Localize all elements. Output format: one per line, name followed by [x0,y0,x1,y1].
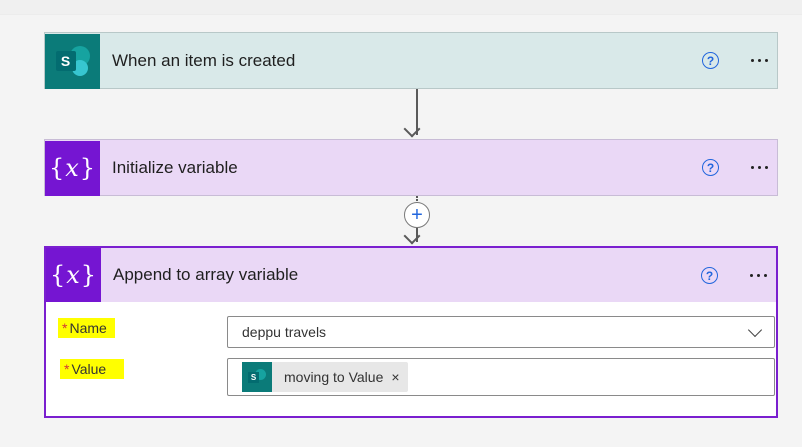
canvas-top-bar [0,0,802,15]
chevron-down-icon[interactable] [747,322,763,338]
name-dropdown[interactable]: deppu travels [227,316,775,348]
trigger-card-header[interactable]: S When an item is created ? [45,33,777,89]
name-dropdown-value: deppu travels [242,324,327,340]
append-array-variable-header[interactable]: {x} Append to array variable ? [46,248,776,302]
token-label: moving to Value [284,369,384,385]
help-icon[interactable]: ? [701,267,718,284]
remove-token-icon[interactable]: × [391,369,399,385]
trigger-title: When an item is created [112,51,296,70]
more-options-button[interactable] [748,268,769,283]
more-options-button[interactable] [749,53,770,68]
append-array-variable-card[interactable]: {x} Append to array variable ? * Name dep… [44,246,778,418]
initialize-variable-card[interactable]: {x} Initialize variable ? [44,139,778,196]
required-marker: * [62,320,68,336]
more-options-button[interactable] [749,160,770,175]
variable-icon: {x} [46,248,101,302]
help-icon[interactable]: ? [702,52,719,69]
help-icon[interactable]: ? [702,159,719,176]
required-marker: * [64,361,70,377]
name-field-label: * Name [58,318,115,338]
initialize-variable-header[interactable]: {x} Initialize variable ? [45,140,777,196]
variable-icon: {x} [45,140,100,196]
value-input[interactable]: S moving to Value × [227,358,775,396]
trigger-card[interactable]: S When an item is created ? [44,32,778,89]
insert-step-button[interactable]: + [404,202,430,228]
sharepoint-icon: S [242,362,272,392]
dynamic-content-token[interactable]: S moving to Value × [242,362,408,392]
initialize-variable-title: Initialize variable [112,158,238,177]
sharepoint-icon: S [45,33,100,89]
value-field-label: * Value [60,359,125,379]
append-array-variable-title: Append to array variable [113,265,299,284]
